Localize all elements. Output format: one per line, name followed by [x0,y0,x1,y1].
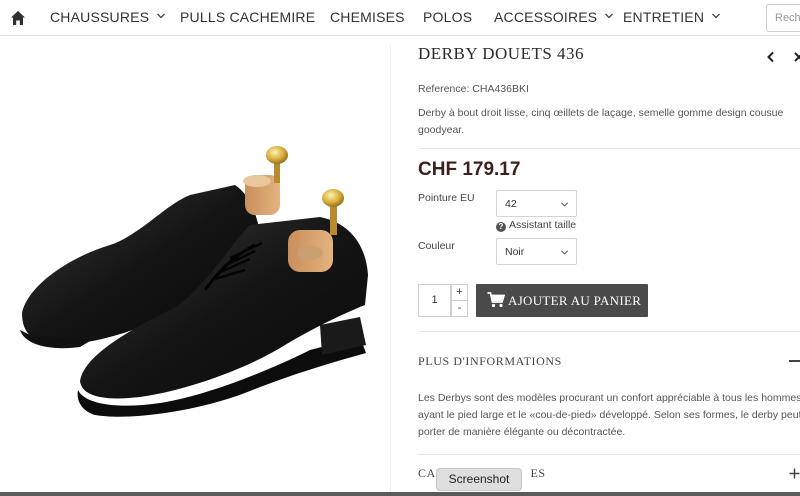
divider [418,454,800,455]
nav-item-pulls-cachemire[interactable]: PULLS CACHEMIRE [180,9,315,25]
search-input[interactable]: Rech [766,4,800,32]
nav-item-polos[interactable]: POLOS [423,9,472,25]
add-to-cart-label: AJOUTER AU PANIER [508,293,642,308]
size-select[interactable]: 42 [496,190,577,217]
more-info-heading[interactable]: PLUS D'INFORMATIONS [418,354,562,369]
nav-item-chaussures[interactable]: CHAUSSURES [50,9,166,25]
product-reference: Reference: CHA436BKI [418,83,529,95]
nav-item-entretien[interactable]: ENTRETIEN [623,9,721,25]
quantity-input[interactable]: 1 [418,284,451,317]
minus-icon[interactable] [789,360,800,362]
color-select[interactable]: Noir [496,238,577,265]
help-icon: ? [496,222,506,232]
product-image[interactable] [0,45,391,496]
add-to-cart-button[interactable]: AJOUTER AU PANIER [476,284,648,317]
plus-icon[interactable] [789,468,800,479]
size-select-value: 42 [505,198,517,210]
color-label: Couleur [418,240,455,252]
more-info-text: Les Derbys sont des modèles procurant un… [418,392,800,438]
divider [418,148,800,149]
size-label: Pointure EU [418,192,475,204]
chevron-down-icon [605,13,614,19]
home-icon[interactable] [10,10,26,26]
cart-icon [487,292,505,308]
divider [418,331,800,332]
color-select-value: Noir [505,246,525,258]
nav-item-chemises[interactable]: CHEMISES [330,9,405,25]
chevron-down-icon [560,250,569,255]
shoe-image [20,146,368,417]
chevron-left-icon[interactable] [765,51,777,63]
nav-item-accessoires[interactable]: ACCESSOIRES [494,9,614,25]
chevron-down-icon [157,13,166,19]
chevron-down-icon [712,13,721,19]
size-assistant-link[interactable]: ? Assistant taille [496,219,576,232]
product-description: Derby à bout droit lisse, cinq œillets d… [418,107,784,136]
screenshot-tooltip: Screenshot [436,468,522,491]
product-price: CHF 179.17 [418,159,521,180]
quantity-decrease-button[interactable]: - [451,300,468,317]
quantity-increase-button[interactable]: + [451,284,468,301]
bottom-bar [0,492,800,496]
product-title: DERBY DOUETS 436 [418,44,585,63]
top-nav: CHAUSSURES PULLS CACHEMIRE CHEMISES POLO… [0,0,800,36]
close-icon[interactable] [793,51,800,63]
chevron-down-icon [560,202,569,207]
